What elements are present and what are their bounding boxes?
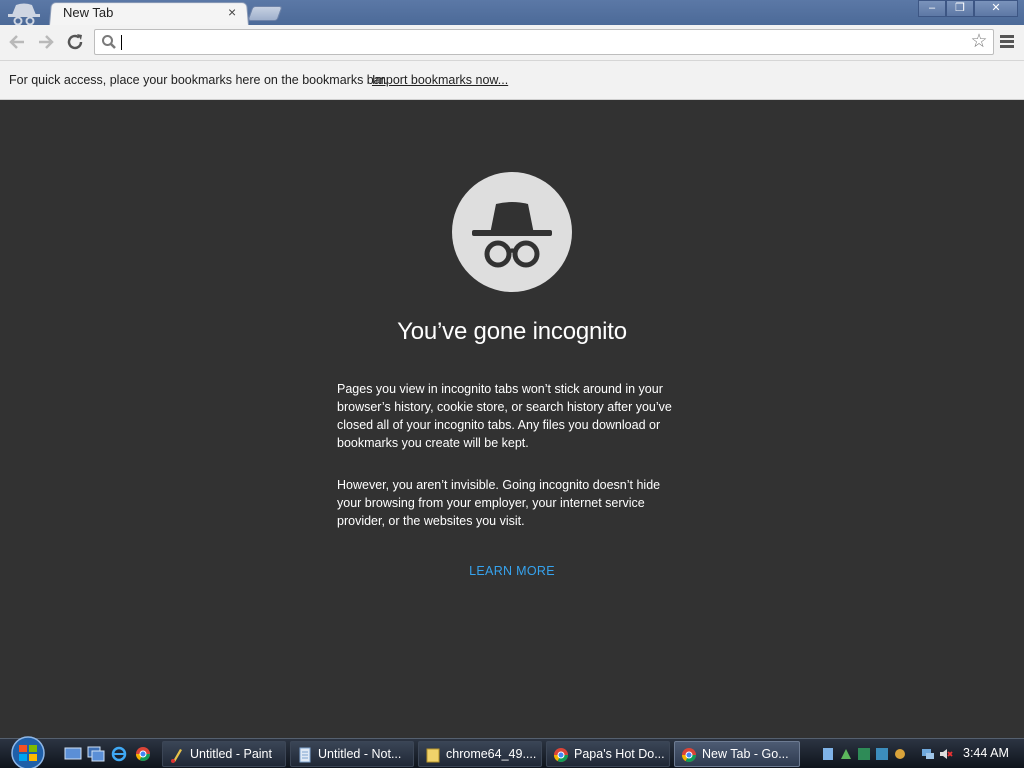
system-tray: 3:44 AM (815, 741, 1024, 767)
title-bar: New Tab × – ❐ ✕ (0, 0, 1024, 26)
chrome-quicklaunch-icon[interactable] (134, 746, 152, 762)
tray-security-icon[interactable] (857, 747, 871, 761)
taskbar-button-new-tab[interactable]: New Tab - Go... (674, 741, 800, 767)
incognito-heading: You’ve gone incognito (397, 318, 627, 345)
taskbar-label: chrome64_49.... (446, 747, 537, 761)
taskbar-label: Untitled - Not... (318, 747, 402, 761)
taskbar-button-folder[interactable]: chrome64_49.... (418, 741, 542, 767)
tray-app-icon[interactable] (821, 747, 835, 761)
tray-network-icon[interactable] (921, 747, 935, 761)
folder-icon (426, 748, 440, 763)
internet-explorer-icon[interactable] (110, 746, 128, 762)
bookmark-star-icon[interactable]: ☆ (969, 32, 989, 52)
import-bookmarks-link[interactable]: Import bookmarks now... (372, 73, 508, 87)
text-caret (121, 35, 122, 50)
incognito-spy-icon (452, 172, 572, 292)
minimize-button[interactable]: – (918, 0, 946, 17)
start-button-icon[interactable] (8, 736, 48, 768)
incognito-logo-icon (8, 3, 40, 25)
taskbar-button-paint[interactable]: Untitled - Paint (162, 741, 286, 767)
paint-icon (171, 749, 182, 763)
new-tab-button[interactable] (247, 6, 283, 21)
switch-windows-icon[interactable] (87, 746, 105, 762)
notepad-icon (299, 747, 311, 763)
taskbar-label: Papa's Hot Do... (574, 747, 665, 761)
volume-muted-icon[interactable] (939, 747, 953, 761)
tray-network-arrow-icon[interactable] (839, 747, 853, 761)
search-icon (102, 35, 116, 49)
chrome-icon (682, 748, 696, 762)
taskbar-button-papas-hot-doggeria[interactable]: Papa's Hot Do... (546, 741, 670, 767)
taskbar-button-notepad[interactable]: Untitled - Not... (290, 741, 414, 767)
taskbar-label: New Tab - Go... (702, 747, 789, 761)
incognito-page: You’ve gone incognito Pages you view in … (0, 100, 1024, 738)
omnibox[interactable]: ☆ (94, 29, 994, 55)
clock[interactable]: 3:44 AM (963, 746, 1009, 760)
taskbar-label: Untitled - Paint (190, 747, 272, 761)
reload-icon[interactable] (64, 31, 86, 53)
tray-settings-icon[interactable] (893, 747, 907, 761)
show-desktop-icon[interactable] (64, 746, 82, 762)
incognito-paragraph-1: Pages you view in incognito tabs won’t s… (337, 382, 672, 450)
chrome-icon (554, 748, 568, 762)
bookmarks-bar: For quick access, place your bookmarks h… (0, 61, 1024, 100)
windows-taskbar: Untitled - Paint Untitled - Not... chrom… (0, 736, 1024, 768)
tray-updates-icon[interactable] (875, 747, 889, 761)
bookmarks-bar-message: For quick access, place your bookmarks h… (9, 73, 388, 87)
learn-more-link[interactable]: LEARN MORE (0, 564, 1024, 578)
back-arrow-icon[interactable] (6, 31, 28, 53)
restore-button[interactable]: ❐ (946, 0, 974, 17)
chrome-menu-icon[interactable] (998, 33, 1016, 51)
incognito-paragraph-2: However, you aren’t invisible. Going inc… (337, 478, 661, 528)
tab-title: New Tab (63, 5, 114, 20)
forward-arrow-icon[interactable] (35, 31, 57, 53)
tab-close-icon[interactable]: × (228, 4, 236, 20)
address-input[interactable] (121, 32, 961, 52)
window-controls: – ❐ ✕ (918, 0, 1018, 18)
browser-toolbar: ☆ (0, 25, 1024, 61)
close-window-button[interactable]: ✕ (974, 0, 1018, 17)
